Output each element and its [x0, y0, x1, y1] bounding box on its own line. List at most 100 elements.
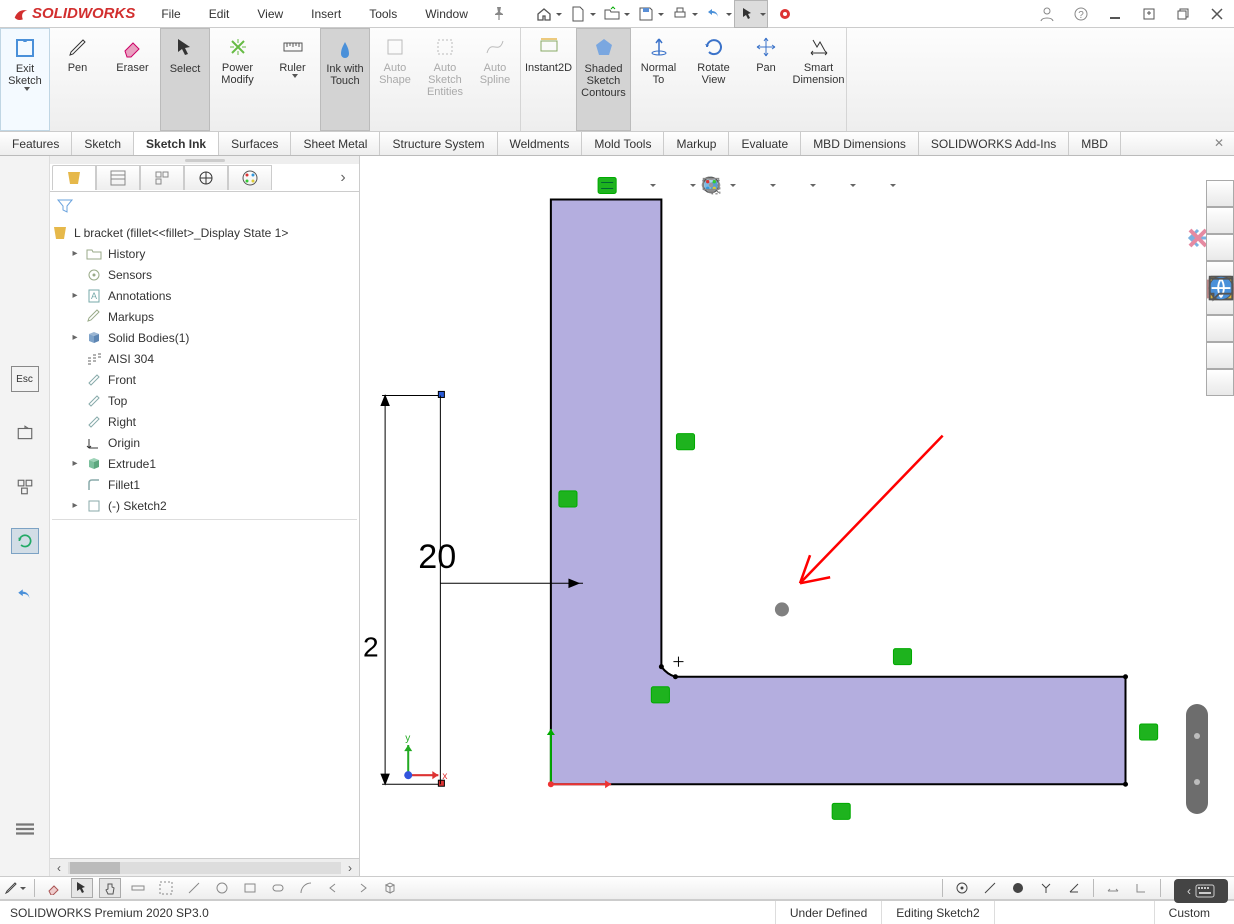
bt-back-icon[interactable] [323, 878, 345, 898]
rotation-roller[interactable] [1186, 704, 1208, 814]
fm-filter[interactable] [50, 192, 359, 220]
print-icon[interactable] [666, 0, 700, 28]
tree-item[interactable]: Right [52, 411, 357, 432]
fm-tab-tree[interactable] [52, 165, 96, 190]
bt-rect-icon[interactable] [239, 878, 261, 898]
fm-expand-icon[interactable]: › [331, 169, 355, 187]
tree-item[interactable]: ▸History [52, 243, 357, 264]
select-arrow-icon[interactable] [734, 0, 768, 28]
bt-slot-icon[interactable] [267, 878, 289, 898]
bt-dim2-icon[interactable] [1130, 878, 1152, 898]
rail-group-button[interactable] [11, 474, 39, 500]
pan-button[interactable]: Pan [741, 28, 791, 131]
bt-cube-icon[interactable] [379, 878, 401, 898]
cm-tab-solidworks-addins[interactable]: SOLIDWORKS Add-Ins [919, 132, 1069, 155]
bt-center-icon[interactable] [951, 878, 973, 898]
home-icon[interactable] [530, 0, 564, 28]
tree-expand-icon[interactable]: ▸ [70, 500, 80, 511]
bt-circle-icon[interactable] [211, 878, 233, 898]
tree-expand-icon[interactable]: ▸ [70, 248, 80, 259]
tree-item[interactable]: ▸Solid Bodies(1) [52, 327, 357, 348]
bt-touch-icon[interactable] [99, 878, 121, 898]
view-triad[interactable]: x y [404, 733, 447, 782]
bt-pliers-icon[interactable] [1035, 878, 1057, 898]
smart-dimension-button[interactable]: Smart Dimension [791, 28, 846, 131]
cm-tab-markup[interactable]: Markup [664, 132, 729, 155]
cm-tab-mbd[interactable]: MBD [1069, 132, 1121, 155]
tree-item[interactable]: Markups [52, 306, 357, 327]
bt-dim-icon[interactable] [1102, 878, 1124, 898]
menu-window[interactable]: Window [411, 0, 482, 27]
tree-item[interactable]: ▸(-) Sketch2 [52, 495, 357, 516]
close-icon[interactable] [1200, 0, 1234, 28]
cm-tab-sheet-metal[interactable]: Sheet Metal [291, 132, 380, 155]
rail-menu-button[interactable] [11, 816, 39, 842]
cm-tab-surfaces[interactable]: Surfaces [219, 132, 291, 155]
rebuild-icon[interactable] [768, 0, 802, 28]
cm-tab-evaluate[interactable]: Evaluate [729, 132, 801, 155]
rail-undo-button[interactable] [11, 582, 39, 608]
tree-item[interactable]: Top [52, 390, 357, 411]
cm-tab-sketch-ink[interactable]: Sketch Ink [134, 132, 219, 155]
rail-open-button[interactable] [11, 420, 39, 446]
instant2d-button[interactable]: Instant2D [521, 28, 576, 131]
fm-hscroll[interactable]: ‹› [50, 858, 359, 876]
bt-straighten-icon[interactable] [127, 878, 149, 898]
tree-item[interactable]: Fillet1 [52, 474, 357, 495]
bt-line-icon[interactable] [183, 878, 205, 898]
bt-line2-icon[interactable] [979, 878, 1001, 898]
restore2-icon[interactable] [1166, 0, 1200, 28]
ruler-button[interactable]: Ruler [265, 28, 320, 131]
tree-root[interactable]: L bracket (fillet<<fillet>_Display State… [52, 222, 357, 243]
bt-angle-icon[interactable] [1063, 878, 1085, 898]
tree-expand-icon[interactable]: ▸ [70, 290, 80, 301]
tree-item[interactable]: Origin [52, 432, 357, 453]
exit-sketch-button[interactable]: Exit Sketch [0, 28, 50, 131]
fm-tab-appearance[interactable] [228, 165, 272, 190]
undo-icon[interactable] [700, 0, 734, 28]
bt-arc-icon[interactable] [295, 878, 317, 898]
cm-tab-sketch[interactable]: Sketch [72, 132, 134, 155]
bt-pen-icon[interactable] [4, 878, 26, 898]
fm-tab-dim[interactable] [184, 165, 228, 190]
help-icon[interactable]: ? [1064, 0, 1098, 28]
menu-file[interactable]: File [147, 0, 194, 27]
normal-to-button[interactable]: Normal To [631, 28, 686, 131]
eraser-button[interactable]: Eraser [105, 28, 160, 131]
shaded-sketch-contours-button[interactable]: Shaded Sketch Contours [576, 28, 631, 131]
cm-tab-mbd-dimensions[interactable]: MBD Dimensions [801, 132, 919, 155]
cm-tab-weldments[interactable]: Weldments [498, 132, 583, 155]
rail-esc-button[interactable]: Esc [11, 366, 39, 392]
drawing-canvas[interactable]: 20 2 x y [360, 156, 1234, 876]
rotate-view-button[interactable]: Rotate View [686, 28, 741, 131]
panel-drag-handle[interactable] [50, 156, 359, 164]
rail-refresh-button[interactable] [11, 528, 39, 554]
save-icon[interactable] [632, 0, 666, 28]
fm-tab-config[interactable] [140, 165, 184, 190]
tree-item[interactable]: ▸AAnnotations [52, 285, 357, 306]
cm-tab-mold-tools[interactable]: Mold Tools [582, 132, 664, 155]
bt-eraser-icon[interactable] [43, 878, 65, 898]
ink-with-touch-button[interactable]: Ink with Touch [320, 28, 370, 131]
bt-snap-icon[interactable] [155, 878, 177, 898]
new-icon[interactable] [564, 0, 598, 28]
bt-select-icon[interactable] [71, 878, 93, 898]
bt-fwd-icon[interactable] [351, 878, 373, 898]
power-modify-button[interactable]: Power Modify [210, 28, 265, 131]
tree-item[interactable]: AISI 304 [52, 348, 357, 369]
document-close-icon[interactable]: ✕ [1214, 136, 1224, 150]
keyboard-chip[interactable]: ‹ [1174, 879, 1228, 903]
menu-tools[interactable]: Tools [355, 0, 411, 27]
fm-tab-property[interactable] [96, 165, 140, 190]
tree-item[interactable]: Sensors [52, 264, 357, 285]
pin-icon[interactable] [482, 0, 516, 28]
cm-tab-features[interactable]: Features [0, 132, 72, 155]
user-icon[interactable] [1030, 0, 1064, 28]
tree-expand-icon[interactable]: ▸ [70, 332, 80, 343]
dimension-value[interactable]: 20 [418, 538, 456, 576]
menu-view[interactable]: View [243, 0, 297, 27]
restore1-icon[interactable] [1132, 0, 1166, 28]
tree-item[interactable]: Front [52, 369, 357, 390]
tree-item[interactable]: ▸Extrude1 [52, 453, 357, 474]
cm-tab-structure-system[interactable]: Structure System [380, 132, 497, 155]
